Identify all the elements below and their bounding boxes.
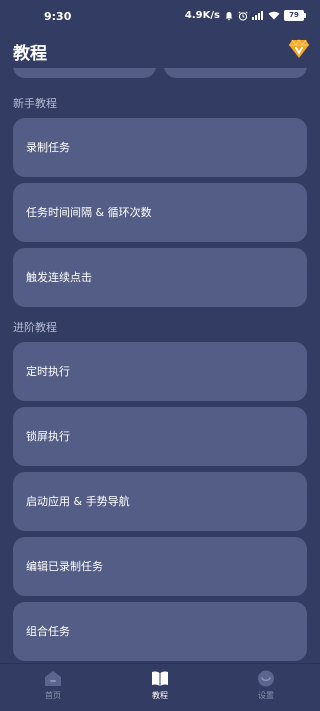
tutorial-card-label: 触发连续点击 (26, 271, 92, 284)
battery-icon: 79 (284, 10, 306, 21)
bottom-nav: 首页 教程 设置 (0, 663, 320, 711)
alarm-clock-icon (238, 10, 248, 21)
nav-label-home: 首页 (45, 691, 61, 700)
nav-item-home[interactable]: 首页 (23, 670, 83, 701)
tutorial-card-label: 锁屏执行 (26, 430, 70, 443)
tutorial-card-label: 编辑已录制任务 (26, 560, 103, 573)
vip-diamond-icon[interactable] (288, 39, 310, 63)
tutorial-card-lockscreen-run[interactable]: 锁屏执行 (13, 407, 307, 466)
previous-cards-row (13, 68, 307, 78)
section-label-beginner: 新手教程 (13, 97, 57, 110)
partial-card-right[interactable] (164, 68, 307, 78)
tutorial-card-scheduled-run[interactable]: 定时执行 (13, 342, 307, 401)
nav-item-settings[interactable]: 设置 (236, 670, 296, 701)
tutorial-card-label: 定时执行 (26, 365, 70, 378)
tutorial-card-continuous-click[interactable]: 触发连续点击 (13, 248, 307, 307)
tutorial-card-edit-recorded[interactable]: 编辑已录制任务 (13, 537, 307, 596)
status-icons: 4.9K/s 79 (184, 10, 306, 21)
book-icon (130, 670, 190, 687)
tutorial-card-label: 启动应用 & 手势导航 (26, 495, 130, 508)
page-title: 教程 (13, 44, 47, 64)
settings-icon (236, 670, 296, 687)
tutorial-card-launch-app-gesture[interactable]: 启动应用 & 手势导航 (13, 472, 307, 531)
tutorial-card-label: 组合任务 (26, 625, 70, 638)
status-bar: 9:30 4.9K/s 79 (0, 0, 320, 34)
nav-item-tutorial[interactable]: 教程 (130, 670, 190, 701)
partial-card-left[interactable] (13, 68, 156, 78)
status-time: 9:30 (44, 10, 72, 23)
home-icon (23, 670, 83, 687)
tutorial-card-label: 录制任务 (26, 141, 70, 154)
wifi-icon (268, 11, 280, 20)
header: 教程 (0, 34, 320, 68)
nav-label-tutorial: 教程 (152, 691, 168, 700)
network-speed: 4.9K/s (184, 10, 220, 21)
tutorial-card-record-task[interactable]: 录制任务 (13, 118, 307, 177)
notification-bell-icon (224, 11, 234, 21)
tutorial-list[interactable]: 新手教程 录制任务 任务时间间隔 & 循环次数 触发连续点击 进阶教程 定时执行… (0, 68, 320, 664)
tutorial-card-interval-loop[interactable]: 任务时间间隔 & 循环次数 (13, 183, 307, 242)
section-label-advanced: 进阶教程 (13, 321, 57, 334)
tutorial-card-combined-task[interactable]: 组合任务 (13, 602, 307, 661)
tutorial-card-label: 任务时间间隔 & 循环次数 (26, 206, 152, 219)
signal-icon (252, 11, 264, 20)
nav-label-settings: 设置 (258, 691, 274, 700)
